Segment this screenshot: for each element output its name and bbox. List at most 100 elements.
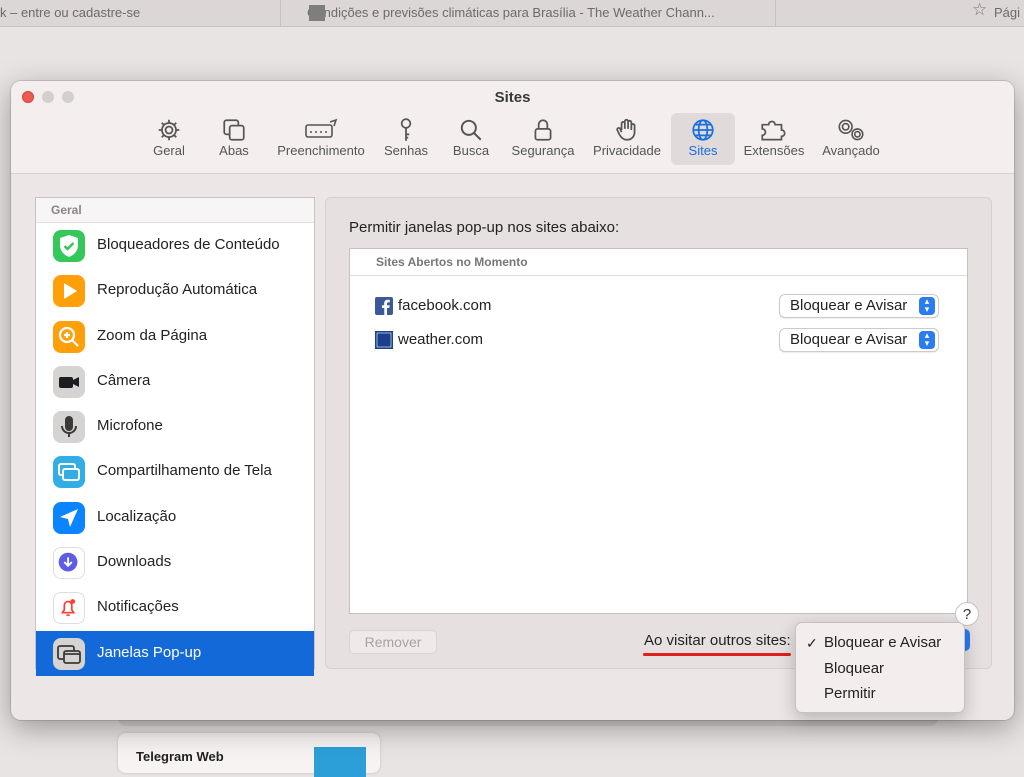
location-icon xyxy=(53,501,85,534)
tab-privacidade-label: Privacidade xyxy=(593,143,661,158)
telegram-logo-icon xyxy=(314,747,366,777)
zoom-icon xyxy=(53,320,85,353)
sidebar-item-label: Compartilhamento de Tela xyxy=(97,462,272,480)
sidebar-item-notifications[interactable]: Notificações xyxy=(36,585,314,630)
tab-seguranca-label: Segurança xyxy=(511,143,575,158)
background-telegram-card[interactable]: Telegram Web xyxy=(118,733,380,777)
tab-extensoes[interactable]: Extensões xyxy=(740,113,808,165)
sidebar-item-camera[interactable]: Câmera xyxy=(36,359,314,404)
table-row[interactable]: facebook.com Bloquear e Avisar ▴ ▾ xyxy=(350,286,967,320)
tab-senhas-label: Senhas xyxy=(383,143,429,158)
menu-item-block[interactable]: Bloquear xyxy=(796,657,964,681)
browser-tab-2[interactable]: Condições e previsões climáticas para Br… xyxy=(281,0,776,26)
bell-icon xyxy=(53,592,85,625)
search-icon xyxy=(446,113,496,143)
site-popup-select[interactable]: Bloquear e Avisar ▴ ▾ xyxy=(779,328,939,352)
key-icon xyxy=(379,113,433,143)
tab-busca[interactable]: Busca xyxy=(446,113,496,165)
tab-senhas[interactable]: Senhas xyxy=(379,113,433,165)
sidebar-section-header: Geral xyxy=(36,198,314,223)
autofill-icon xyxy=(271,113,371,143)
tab-sites[interactable]: Sites xyxy=(671,113,735,165)
site-popup-select-value: Bloquear e Avisar xyxy=(790,331,908,348)
menu-item-label: Bloquear xyxy=(824,660,885,677)
sidebar-item-label: Janelas Pop-up xyxy=(97,643,202,661)
site-name: facebook.com xyxy=(398,297,492,314)
panel-prompt: Permitir janelas pop-up nos sites abaixo… xyxy=(349,219,620,236)
tab-avancado-label: Avançado xyxy=(822,143,880,158)
sidebar-item-label: Localização xyxy=(97,507,177,525)
tab-abas-label: Abas xyxy=(219,143,249,158)
play-icon xyxy=(53,275,85,308)
camera-icon xyxy=(53,365,85,398)
chevron-up-down-icon: ▴ ▾ xyxy=(919,297,935,315)
tab-avancado[interactable]: Avançado xyxy=(817,113,885,165)
popup-settings-panel: Permitir janelas pop-up nos sites abaixo… xyxy=(325,197,992,669)
sidebar-item-label: Notificações xyxy=(97,598,179,616)
tab-preenchimento-label: Preenchimento xyxy=(277,143,365,158)
tab-geral-label: Geral xyxy=(153,143,185,158)
checkmark-icon: ✓ xyxy=(806,635,818,651)
tab-privacidade[interactable]: Privacidade xyxy=(589,113,665,165)
menu-item-allow[interactable]: Permitir xyxy=(796,682,964,706)
sites-table: Sites Abertos no Momento facebook.com Bl… xyxy=(349,248,968,614)
annotation-underline xyxy=(643,653,791,656)
sidebar-item-label: Microfone xyxy=(97,417,163,435)
browser-tab-3-label: Pági xyxy=(993,5,1020,20)
hand-icon xyxy=(589,113,665,143)
sidebar-item-page-zoom[interactable]: Zoom da Página xyxy=(36,314,314,359)
screen-share-icon xyxy=(53,456,85,489)
sidebar-item-label: Bloqueadores de Conteúdo xyxy=(97,236,280,253)
download-icon xyxy=(53,547,85,580)
facebook-favicon-icon xyxy=(375,297,393,315)
tab-sites-label: Sites xyxy=(688,143,718,158)
browser-tab-1-label: k – entre ou cadastre-se xyxy=(0,5,141,20)
shield-check-icon xyxy=(53,230,85,262)
puzzle-icon xyxy=(740,113,808,143)
browser-tab-1[interactable]: k – entre ou cadastre-se xyxy=(0,0,281,26)
other-sites-label: Ao visitar outros sites: xyxy=(644,632,791,649)
gear-icon xyxy=(143,113,195,143)
sidebar-item-popup-windows[interactable]: Janelas Pop-up xyxy=(36,630,314,676)
table-header: Sites Abertos no Momento xyxy=(350,249,967,276)
microphone-icon xyxy=(53,411,85,444)
site-popup-select[interactable]: Bloquear e Avisar ▴ ▾ xyxy=(779,294,939,318)
tabs-icon xyxy=(211,113,257,143)
tab-geral[interactable]: Geral xyxy=(143,113,195,165)
sidebar-item-label: Reprodução Automática xyxy=(97,281,258,299)
gears-icon xyxy=(817,113,885,143)
sidebar-item-location[interactable]: Localização xyxy=(36,495,314,540)
chevron-up-down-icon: ▴ ▾ xyxy=(919,331,935,349)
window-title: Sites xyxy=(494,89,531,106)
remove-button[interactable]: Remover xyxy=(349,630,437,654)
other-sites-dropdown-menu: ✓ Bloquear e Avisar Bloquear Permitir xyxy=(795,622,965,713)
weather-channel-logo-icon xyxy=(309,5,325,21)
weather-favicon-icon xyxy=(375,331,393,349)
sidebar-item-downloads[interactable]: Downloads xyxy=(36,540,314,585)
tab-preenchimento[interactable]: Preenchimento xyxy=(271,113,371,165)
sites-sidebar-list: Geral Bloqueadores de Conteúdo Reproduçã… xyxy=(35,197,315,676)
sidebar-item-screen-share[interactable]: Compartilhamento de Tela xyxy=(36,449,314,494)
site-name: weather.com xyxy=(398,331,484,348)
globe-icon xyxy=(671,113,735,143)
tab-abas[interactable]: Abas xyxy=(211,113,257,165)
menu-item-label: Permitir xyxy=(824,685,876,702)
sidebar-item-autoplay[interactable]: Reprodução Automática xyxy=(36,268,314,313)
sidebar-item-label: Câmera xyxy=(97,371,151,389)
lock-icon xyxy=(508,113,578,143)
sidebar-item-label: Zoom da Página xyxy=(97,326,208,344)
menu-item-label: Bloquear e Avisar xyxy=(824,634,942,651)
sidebar-item-microphone[interactable]: Microfone xyxy=(36,404,314,449)
tab-extensoes-label: Extensões xyxy=(743,143,805,158)
browser-tab-2-label: Condições e previsões climáticas para Br… xyxy=(307,5,715,20)
browser-tab-bar: k – entre ou cadastre-se Condições e pre… xyxy=(0,0,1024,27)
sidebar-item-content-blockers[interactable]: Bloqueadores de Conteúdo xyxy=(36,223,314,268)
site-popup-select-value: Bloquear e Avisar xyxy=(790,297,908,314)
star-icon[interactable]: ☆ xyxy=(972,0,987,20)
telegram-card-title: Telegram Web xyxy=(136,749,224,764)
sidebar-item-label: Downloads xyxy=(97,553,172,571)
table-row[interactable]: weather.com Bloquear e Avisar ▴ ▾ xyxy=(350,320,967,354)
tab-busca-label: Busca xyxy=(452,143,490,158)
tab-seguranca[interactable]: Segurança xyxy=(508,113,578,165)
menu-item-block-and-notify[interactable]: ✓ Bloquear e Avisar xyxy=(796,631,964,655)
